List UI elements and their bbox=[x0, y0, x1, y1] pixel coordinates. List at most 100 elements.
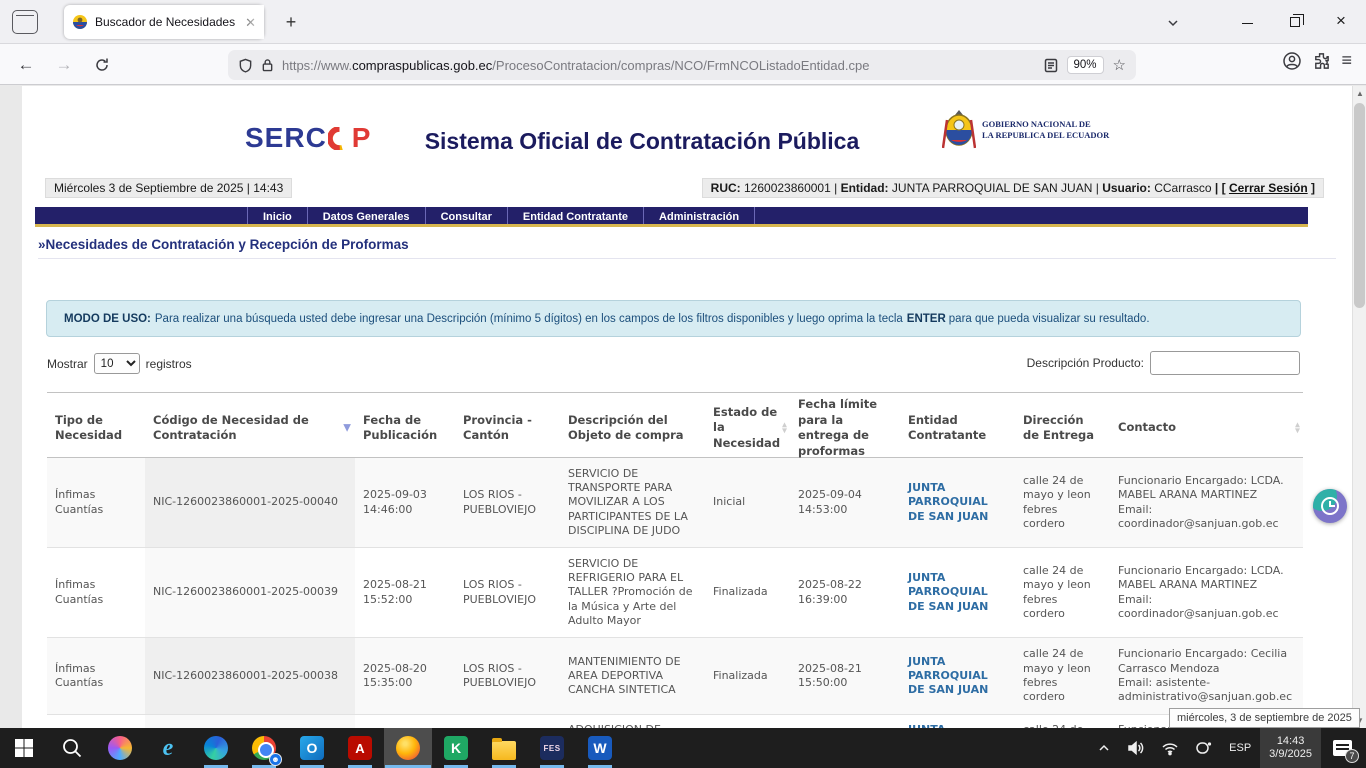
taskbar-search-icon[interactable] bbox=[48, 728, 96, 768]
nav-item-entidad-contratante[interactable]: Entidad Contratante bbox=[507, 207, 643, 224]
notification-count-badge: 7 bbox=[1345, 749, 1359, 763]
extensions-puzzle-icon[interactable] bbox=[1312, 51, 1331, 70]
reader-mode-icon[interactable] bbox=[1044, 58, 1058, 73]
cell-entidad-contratante: JUNTA bbox=[900, 715, 1015, 728]
cell-estado-necesidad: Finalizada bbox=[705, 548, 790, 637]
nav-item-inicio[interactable]: Inicio bbox=[247, 207, 307, 224]
cell-descripcion-objeto: MANTENIMIENTO DE AREA DEPORTIVA CANCHA S… bbox=[560, 638, 705, 714]
page-size-select[interactable]: 10 bbox=[94, 353, 140, 374]
taskbar-copilot-icon[interactable] bbox=[96, 728, 144, 768]
restore-button[interactable] bbox=[1280, 8, 1310, 36]
menu-hamburger-icon[interactable]: ≡ bbox=[1341, 50, 1352, 71]
zoom-level-badge[interactable]: 90% bbox=[1067, 56, 1104, 74]
cell-entidad-contratante: JUNTA PARROQUIAL DE SAN JUAN bbox=[900, 638, 1015, 714]
tray-chevron-up-icon[interactable] bbox=[1090, 728, 1118, 768]
sort-toggle-icon: ▲▼ bbox=[1295, 423, 1300, 434]
column-header-label: Estado de la Necesidad bbox=[713, 405, 780, 452]
taskbar-start-icon[interactable] bbox=[0, 728, 48, 768]
tab-favicon-ecuador-crest bbox=[72, 14, 88, 30]
taskbar-clock[interactable]: 14:43 3/9/2025 bbox=[1260, 728, 1321, 768]
cell-codigo-necesidad: NIC-1260023860001-2025-00039 bbox=[145, 548, 355, 637]
column-header[interactable]: Dirección de Entrega bbox=[1015, 393, 1110, 463]
column-header[interactable]: Descripción del Objeto de compra bbox=[560, 393, 705, 463]
filter-label: Descripción Producto: bbox=[1027, 356, 1144, 370]
meet-now-icon[interactable] bbox=[1188, 728, 1220, 768]
browser-tab[interactable]: Buscador de Necesidades de Co ✕ bbox=[64, 5, 264, 39]
nav-item-datos-generales[interactable]: Datos Generales bbox=[307, 207, 425, 224]
url-text[interactable]: https://www.compraspublicas.gob.ec/Proce… bbox=[282, 58, 869, 73]
taskbar-firefox-icon[interactable] bbox=[384, 728, 432, 768]
cell-contacto: Funcionario Encargado: LCDA. MABEL ARANA… bbox=[1110, 548, 1303, 637]
taskbar-internet-explorer-icon[interactable]: e bbox=[144, 728, 192, 768]
logout-link[interactable]: Cerrar Sesión bbox=[1229, 181, 1308, 195]
sort-toggle-icon: ▲▼ bbox=[782, 423, 787, 434]
contact-line: Email: coordinador@sanjuan.gob.ec bbox=[1118, 593, 1295, 622]
taskbar-outlook-icon[interactable]: O bbox=[288, 728, 336, 768]
notification-center-icon[interactable]: 7 bbox=[1323, 728, 1362, 768]
lock-icon[interactable] bbox=[261, 58, 274, 72]
volume-icon[interactable] bbox=[1120, 728, 1152, 768]
close-button[interactable]: × bbox=[1326, 8, 1356, 36]
entidad-contratante-link[interactable]: JUNTA PARROQUIAL DE SAN JUAN bbox=[908, 571, 1007, 614]
column-header[interactable]: Entidad Contratante bbox=[900, 393, 1015, 463]
taskbar-fes-icon[interactable]: FES bbox=[528, 728, 576, 768]
clock-date: 3/9/2025 bbox=[1269, 748, 1312, 761]
datetime-bar: Miércoles 3 de Septiembre de 2025 | 14:4… bbox=[45, 178, 292, 198]
minimize-button[interactable] bbox=[1232, 8, 1262, 36]
taskbar-acrobat-icon[interactable]: A bbox=[336, 728, 384, 768]
column-header[interactable]: Provincia - Cantón bbox=[455, 393, 560, 463]
taskbar-edge-icon[interactable] bbox=[192, 728, 240, 768]
tracking-shield-icon[interactable] bbox=[238, 58, 253, 73]
nav-item-consultar[interactable]: Consultar bbox=[425, 207, 507, 224]
tab-list-chevron-icon[interactable] bbox=[1158, 8, 1188, 36]
taskbar-chrome-icon[interactable] bbox=[240, 728, 288, 768]
cell-entidad-contratante: JUNTA PARROQUIAL DE SAN JUAN bbox=[900, 548, 1015, 637]
cell-fecha-limite: 2025-09-04 14:53:00 bbox=[790, 458, 900, 547]
cell-fecha-limite: 2025-08-21 15:50:00 bbox=[790, 638, 900, 714]
clock-tooltip: miércoles, 3 de septiembre de 2025 bbox=[1169, 708, 1360, 728]
cell-descripcion-objeto: SERVICIO DE TRANSPORTE PARA MOVILIZAR A … bbox=[560, 458, 705, 547]
column-header-label: Tipo de Necesidad bbox=[55, 413, 131, 444]
desktop-screen: Buscador de Necesidades de Co ✕ + × ← → … bbox=[0, 0, 1366, 768]
column-header[interactable]: Fecha de Publicación bbox=[355, 393, 455, 463]
wifi-icon[interactable] bbox=[1154, 728, 1186, 768]
taskbar-file-explorer-icon[interactable] bbox=[480, 728, 528, 768]
column-header[interactable]: Contacto▲▼ bbox=[1110, 393, 1303, 463]
taskbar-kaspersky-icon[interactable]: K bbox=[432, 728, 480, 768]
cell-direccion-entrega: calle 24 de mayo y leon febres cordero bbox=[1015, 638, 1110, 714]
cell-direccion-entrega: calle 24 de bbox=[1015, 715, 1110, 728]
list-controls: Mostrar 10 registros Descripción Product… bbox=[22, 349, 1352, 377]
cell-fecha-publicacion: 2025-08-20 15:35:00 bbox=[355, 638, 455, 714]
back-button[interactable]: ← bbox=[12, 52, 40, 78]
column-header[interactable]: Código de Necesidad de Contratación▼ bbox=[145, 393, 355, 463]
new-tab-button[interactable]: + bbox=[278, 10, 304, 34]
table-row: Ínfimas CuantíasNIC-1260023860001-2025-0… bbox=[47, 548, 1303, 638]
clock-time: 14:43 bbox=[1277, 735, 1305, 748]
column-header[interactable]: Fecha límite para la entrega de proforma… bbox=[790, 393, 900, 463]
taskbar-apps: e OA K FESW bbox=[0, 728, 624, 768]
clock-icon bbox=[1321, 497, 1339, 515]
entidad-contratante-link[interactable]: JUNTA PARROQUIAL DE SAN JUAN bbox=[908, 481, 1007, 524]
bookmark-star-icon[interactable]: ☆ bbox=[1113, 56, 1126, 74]
scrollbar-up-icon[interactable]: ▲ bbox=[1353, 86, 1366, 101]
language-indicator[interactable]: ESP bbox=[1222, 728, 1258, 768]
url-bar[interactable]: https://www.compraspublicas.gob.ec/Proce… bbox=[228, 50, 1136, 80]
page-scrollbar[interactable]: ▲ ▼ bbox=[1352, 86, 1366, 728]
browser-viewport: SERC P Sistema Oficial de Contratación P… bbox=[0, 86, 1366, 728]
cell-tipo-necesidad: Ínfimas Cuantías bbox=[47, 548, 145, 637]
floating-accessibility-clock-widget[interactable] bbox=[1313, 489, 1347, 523]
product-description-input[interactable] bbox=[1150, 351, 1300, 375]
entidad-contratante-link[interactable]: JUNTA PARROQUIAL DE SAN JUAN bbox=[908, 655, 1007, 698]
tab-overview-icon[interactable] bbox=[12, 10, 38, 34]
tab-title-fade bbox=[236, 5, 264, 39]
scrollbar-thumb[interactable] bbox=[1354, 103, 1365, 308]
cell-contacto: Funcionario Encargado: Cecilia Carrasco … bbox=[1110, 638, 1303, 714]
cell-descripcion-objeto: SERVICIO DE REFRIGERIO PARA EL TALLER ?P… bbox=[560, 548, 705, 637]
nav-item-administración[interactable]: Administración bbox=[643, 207, 755, 224]
column-header[interactable]: Tipo de Necesidad bbox=[47, 393, 145, 463]
account-icon[interactable] bbox=[1282, 51, 1302, 71]
forward-button[interactable]: → bbox=[50, 52, 78, 78]
reload-button[interactable] bbox=[88, 52, 116, 78]
column-header[interactable]: Estado de la Necesidad▲▼ bbox=[705, 393, 790, 463]
taskbar-word-icon[interactable]: W bbox=[576, 728, 624, 768]
